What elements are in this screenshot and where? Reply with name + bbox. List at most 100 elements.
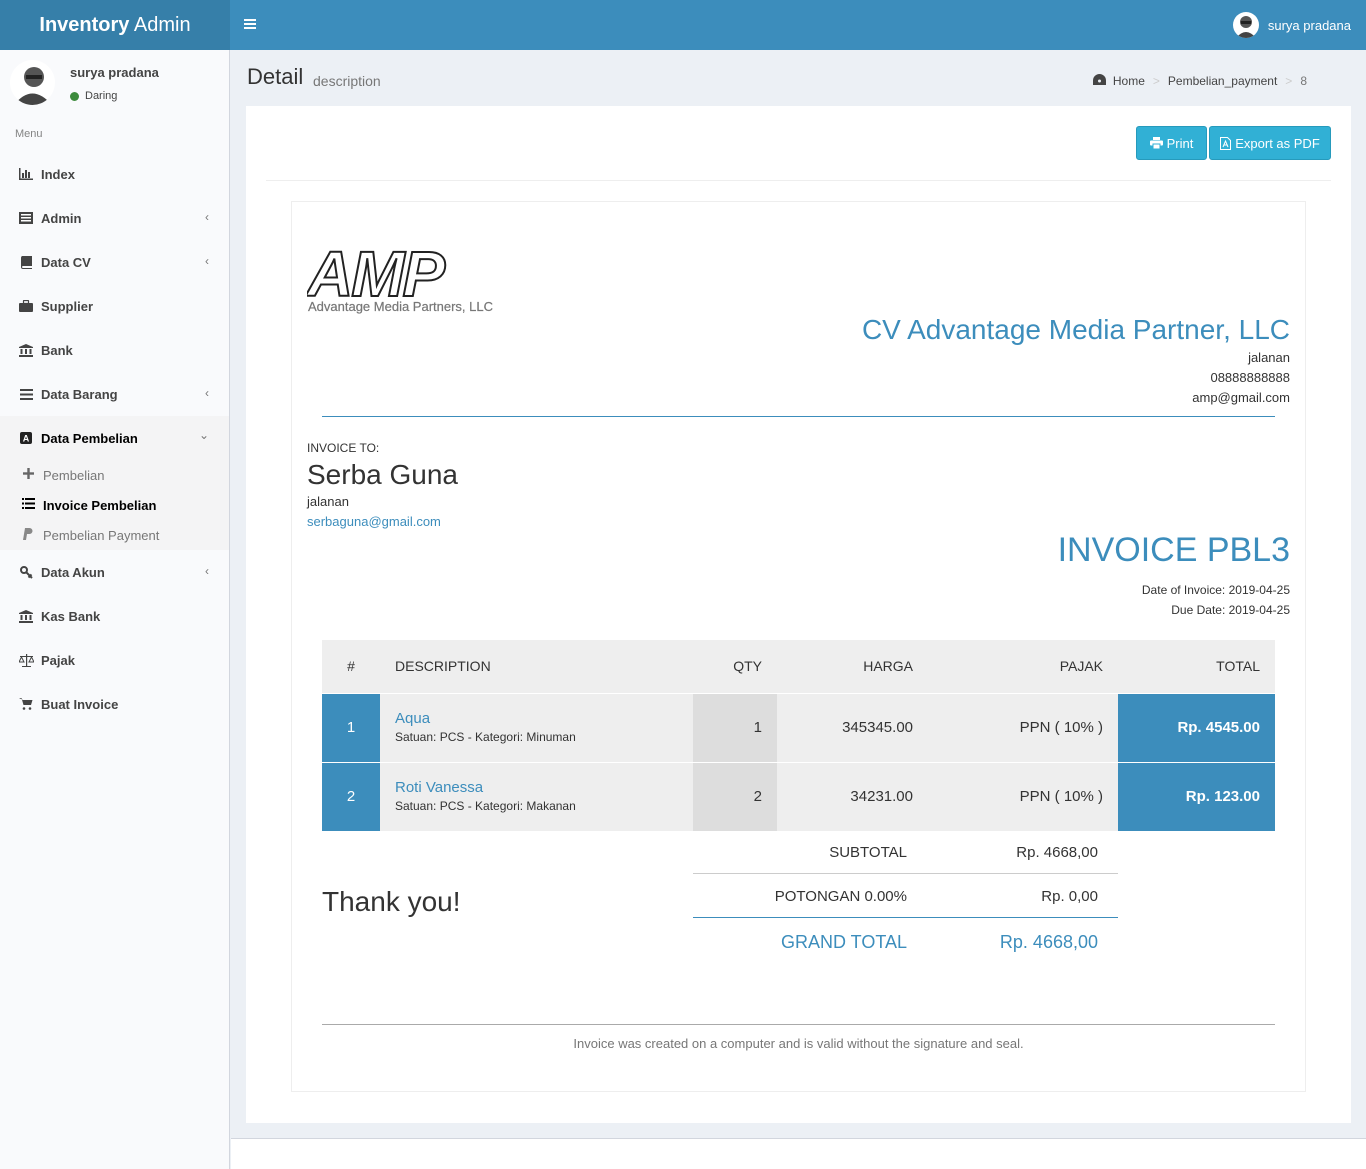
thank-you-text: Thank you! bbox=[322, 886, 461, 917]
sidebar-subitem-label: Pembelian Payment bbox=[43, 527, 160, 543]
table-row: 1 Aqua Satuan: PCS - Kategori: Minuman 1… bbox=[322, 693, 1275, 763]
sidebar-subitem-pembelian-payment[interactable]: Pembelian Payment bbox=[0, 520, 229, 550]
sidebar-toggle-icon[interactable] bbox=[244, 15, 258, 35]
brand-bold-text: Inventory bbox=[39, 14, 130, 36]
sidebar-item-data-akun[interactable]: Data Akun ‹ bbox=[0, 550, 229, 594]
print-button[interactable]: Print bbox=[1136, 126, 1207, 160]
cart-icon bbox=[18, 697, 34, 711]
item-pajak: PPN ( 10% ) bbox=[928, 693, 1118, 763]
book-icon bbox=[18, 255, 34, 269]
user-menu[interactable]: surya pradana bbox=[1232, 12, 1351, 38]
sidebar-item-kas-bank[interactable]: Kas Bank bbox=[0, 594, 229, 638]
item-qty: 1 bbox=[693, 693, 777, 763]
grand-total-row: GRAND TOTAL Rp. 4668,00 bbox=[693, 920, 1118, 964]
row-number: 2 bbox=[322, 762, 380, 832]
item-total: Rp. 4545.00 bbox=[1118, 693, 1275, 763]
invoice-document: AMP Advantage Media Partners, LLC CV Adv… bbox=[291, 201, 1306, 1092]
sidebar-item-label: Data Barang bbox=[41, 386, 118, 402]
grand-total-value: Rp. 4668,00 bbox=[999, 931, 1098, 952]
breadcrumb-home[interactable]: Home bbox=[1113, 74, 1145, 88]
company-address: jalanan bbox=[1248, 350, 1290, 365]
avatar bbox=[10, 60, 55, 105]
sidebar-item-label: Index bbox=[41, 166, 75, 182]
subtotal-value: Rp. 4668,00 bbox=[1016, 843, 1098, 861]
item-name: Roti Vanessa bbox=[395, 779, 484, 796]
user-panel: surya pradana Daring bbox=[0, 50, 230, 120]
avatar bbox=[1232, 12, 1259, 38]
chevron-down-icon: ⌄ bbox=[198, 428, 209, 442]
chevron-left-icon: ‹ bbox=[205, 564, 209, 578]
status-badge: Daring bbox=[70, 90, 117, 102]
sidebar-username: surya pradana bbox=[70, 65, 159, 80]
sidebar-subitem-label: Invoice Pembelian bbox=[43, 497, 157, 513]
breadcrumb-section[interactable]: Pembelian_payment bbox=[1168, 74, 1277, 88]
menu-header: Menu bbox=[15, 128, 43, 140]
divider bbox=[322, 416, 1275, 417]
sidebar-item-admin[interactable]: Admin ‹ bbox=[0, 196, 229, 240]
column-header-no: # bbox=[322, 640, 380, 694]
subtotal-row: SUBTOTAL Rp. 4668,00 bbox=[693, 830, 1118, 874]
bank-icon bbox=[18, 609, 34, 623]
page-title: Detail bbox=[247, 64, 304, 89]
sidebar-item-label: Data Akun bbox=[41, 564, 105, 580]
list-icon bbox=[18, 211, 34, 225]
sidebar-item-label: Bank bbox=[41, 342, 73, 358]
bar-chart-icon bbox=[18, 167, 34, 181]
page-subtitle: description bbox=[313, 73, 381, 89]
brand-logo[interactable]: Inventory Admin bbox=[0, 0, 230, 50]
grand-total-label: GRAND TOTAL bbox=[780, 931, 907, 952]
invoice-date: Date of Invoice: 2019-04-25 bbox=[1141, 583, 1290, 597]
svg-text:Advantage Media Partners, LLC: Advantage Media Partners, LLC bbox=[308, 299, 493, 314]
sidebar-item-supplier[interactable]: Supplier bbox=[0, 284, 229, 328]
invoice-footer-note: Invoice was created on a computer and is… bbox=[573, 1036, 1024, 1051]
client-email-link[interactable]: serbaguna@gmail.com bbox=[307, 512, 441, 532]
divider bbox=[693, 917, 1118, 918]
export-pdf-label: Export as PDF bbox=[1235, 135, 1320, 151]
status-text: Daring bbox=[85, 90, 118, 102]
paypal-icon bbox=[20, 527, 36, 543]
navbar-username: surya pradana bbox=[1267, 17, 1351, 33]
file-pdf-icon bbox=[1220, 136, 1232, 150]
company-info: CV Advantage Media Partner, LLC jalanan … bbox=[862, 312, 1290, 408]
company-phone: 08888888888 bbox=[1210, 370, 1290, 385]
discount-label: POTONGAN 0.00% bbox=[774, 887, 907, 905]
chevron-left-icon: ‹ bbox=[205, 254, 209, 268]
sidebar-item-data-pembelian[interactable]: A Data Pembelian ⌄ bbox=[0, 416, 229, 460]
export-pdf-button[interactable]: Export as PDF bbox=[1209, 126, 1331, 160]
row-number: 1 bbox=[322, 693, 380, 763]
divider bbox=[266, 180, 1331, 181]
sidebar-subitem-pembelian[interactable]: Pembelian bbox=[0, 460, 229, 490]
sidebar-item-index[interactable]: Index bbox=[0, 152, 229, 196]
invoice-title: INVOICE PBL3 bbox=[1057, 531, 1290, 569]
sidebar-subitem-invoice-pembelian[interactable]: Invoice Pembelian bbox=[0, 490, 229, 520]
balance-scale-icon bbox=[18, 653, 34, 667]
company-name: CV Advantage Media Partner, LLC bbox=[861, 314, 1290, 345]
company-email: amp@gmail.com bbox=[1192, 390, 1290, 405]
subtotal-label: SUBTOTAL bbox=[829, 843, 907, 861]
svg-text:A: A bbox=[23, 434, 30, 444]
sidebar-item-data-barang[interactable]: Data Barang ‹ bbox=[0, 372, 229, 416]
sidebar-item-pajak[interactable]: Pajak bbox=[0, 638, 229, 682]
dashboard-icon bbox=[1092, 74, 1106, 88]
breadcrumb-separator: > bbox=[1285, 74, 1293, 88]
item-harga: 34231.00 bbox=[777, 762, 928, 832]
breadcrumb: Home > Pembelian_payment > 8 bbox=[1092, 74, 1307, 88]
item-meta: Satuan: PCS - Kategori: Makanan bbox=[395, 799, 576, 813]
sidebar-item-label: Data CV bbox=[41, 254, 91, 270]
sidebar-item-label: Pajak bbox=[41, 652, 75, 668]
list-icon bbox=[20, 498, 36, 512]
print-label: Print bbox=[1166, 135, 1194, 151]
client-name: Serba Guna bbox=[307, 459, 458, 490]
column-header-qty: QTY bbox=[693, 640, 777, 694]
item-name: Aqua bbox=[395, 710, 431, 727]
sidebar-item-bank[interactable]: Bank bbox=[0, 328, 229, 372]
table-header-row: # DESCRIPTION QTY HARGA PAJAK TOTAL bbox=[322, 640, 1275, 694]
client-address: jalanan bbox=[307, 494, 349, 509]
main-footer bbox=[231, 1138, 1366, 1169]
online-dot-icon bbox=[70, 91, 79, 101]
item-description: Roti Vanessa Satuan: PCS - Kategori: Mak… bbox=[380, 762, 693, 832]
sidebar-item-buat-invoice[interactable]: Buat Invoice bbox=[0, 682, 229, 726]
sidebar-item-data-cv[interactable]: Data CV ‹ bbox=[0, 240, 229, 284]
top-navbar: Inventory Admin surya pradana bbox=[0, 0, 1366, 50]
bank-icon bbox=[18, 343, 34, 357]
